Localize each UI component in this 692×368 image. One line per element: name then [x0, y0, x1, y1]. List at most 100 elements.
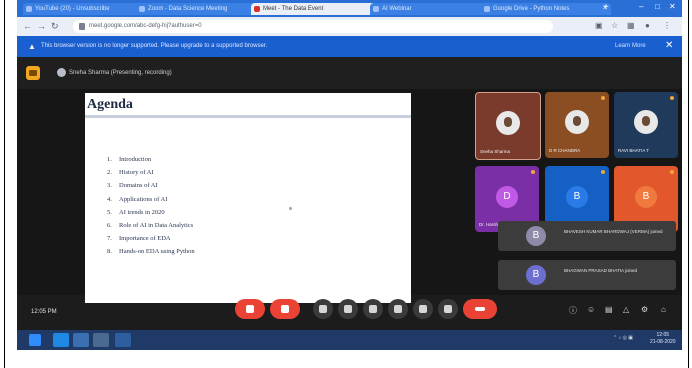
url-text: meet.google.com/abc-defg-hij?authuser=0 — [89, 23, 202, 29]
star-icon[interactable]: ☆ — [611, 21, 618, 30]
participant-avatar: D — [496, 186, 518, 208]
new-tab-icon[interactable]: + — [603, 2, 609, 13]
frame-border-left — [4, 0, 5, 368]
edge-icon[interactable] — [53, 333, 69, 347]
mic-off-icon — [246, 305, 254, 313]
camera-off-icon — [281, 305, 289, 313]
close-window-icon[interactable]: ✕ — [669, 2, 676, 11]
tab-label: Google Drive - Python Notes — [493, 6, 570, 12]
participant-name: RAVI BHATIA T — [618, 148, 650, 153]
activities-icon — [444, 305, 452, 313]
warning-icon: ▲ — [28, 42, 36, 51]
chat-icon[interactable]: ▤ — [605, 305, 613, 314]
notification-avatar: B — [526, 265, 546, 285]
lock-meeting-icon[interactable]: ⌂ — [661, 305, 666, 314]
participant-avatar: B — [635, 186, 657, 208]
agenda-item: 5. AI trends in 2020 — [107, 208, 165, 216]
browser-tab-active[interactable]: Meet - The Data Event ✕ — [251, 3, 379, 15]
agenda-item: 6. Role of AI in Data Analytics — [107, 221, 194, 229]
browser-tab[interactable]: AI Webinar ✕ — [370, 3, 490, 15]
mic-indicator-icon — [601, 170, 605, 174]
system-tray[interactable]: ⌃ ♪ ◎ ▣ — [613, 335, 633, 341]
lock-icon — [79, 23, 85, 30]
learn-more-link[interactable]: Learn More — [615, 36, 646, 57]
youtube-icon — [26, 6, 32, 12]
browser-tab[interactable]: Google Drive - Python Notes ✕ — [481, 3, 611, 15]
webinar-icon — [373, 6, 379, 12]
tab-label: Meet - The Data Event — [263, 6, 324, 12]
minimize-icon[interactable]: – — [639, 2, 643, 11]
join-notification: B BHAVESH KUMAR BHARDWAJ (VERMA) joined — [498, 221, 676, 251]
clock-time: 12:05 — [656, 332, 670, 338]
agenda-item: 4. Applications of AI — [107, 195, 168, 203]
meet-logo-icon — [26, 66, 40, 80]
raise-hand-button[interactable] — [338, 299, 358, 319]
tab-label: YouTube (20) - Unsubscribe — [35, 6, 110, 12]
clock-date: 21-08-2020 — [650, 339, 676, 345]
frame-border-right — [688, 0, 689, 368]
hand-icon — [344, 305, 352, 313]
screenshot: YouTube (20) - Unsubscribe ✕ Zoom - Data… — [17, 0, 682, 350]
agenda-item: 3. Domains of AI — [107, 182, 158, 190]
windows-taskbar: ⌃ ♪ ◎ ▣ 12:05 21-08-2020 — [17, 330, 682, 350]
forward-icon[interactable]: → — [37, 21, 46, 31]
join-notification: B BHAGWAN PRASAD BHATIA joined — [498, 260, 676, 290]
menu-icon[interactable]: ⋮ — [663, 21, 671, 30]
agenda-item: 2. History of AI — [107, 169, 154, 177]
agenda-item: 8. Hands-on EDA using Python — [107, 248, 195, 256]
activities-button[interactable] — [438, 299, 458, 319]
participant-tile[interactable]: D R CHANDRA — [545, 92, 609, 158]
agenda-item: 7. Importance of EDA — [107, 235, 171, 243]
address-bar[interactable]: meet.google.com/abc-defg-hij?authuser=0 — [73, 20, 553, 33]
host-controls-icon[interactable]: ⚙ — [641, 305, 648, 314]
notification-text: BHAVESH KUMAR BHARDWAJ (VERMA) joined — [564, 229, 663, 234]
slide-pointer-dot — [289, 207, 292, 210]
store-icon[interactable] — [115, 333, 131, 347]
taskbar-clock[interactable]: 12:05 21-08-2020 — [650, 332, 676, 346]
reactions-button[interactable] — [388, 299, 408, 319]
reload-icon[interactable]: ↻ — [51, 21, 59, 32]
file-explorer-icon[interactable] — [73, 333, 89, 347]
notification-text: BHAGWAN PRASAD BHATIA joined — [564, 268, 638, 273]
browser-tab[interactable]: Zoom - Data Science Meeting ✕ — [136, 3, 260, 15]
captions-button[interactable] — [313, 299, 333, 319]
more-options-button[interactable] — [413, 299, 433, 319]
slide-title: Agenda — [87, 97, 133, 112]
agenda-item: 1. Introduction — [107, 156, 152, 163]
back-icon[interactable]: ← — [23, 21, 32, 31]
meeting-time: 12:05 PM — [31, 309, 57, 315]
windows-start-icon[interactable] — [29, 334, 41, 346]
leave-call-button[interactable] — [463, 299, 497, 319]
meeting-header: Sneha Sharma (Presenting, recording) — [17, 57, 682, 89]
mic-indicator-icon — [670, 170, 674, 174]
captions-icon — [319, 305, 327, 313]
camera-toggle-button[interactable] — [270, 299, 300, 319]
mic-indicator-icon — [531, 170, 535, 174]
extensions-icon[interactable]: ▦ — [627, 21, 635, 30]
mic-indicator-icon — [601, 96, 605, 100]
people-icon[interactable]: ☺ — [587, 305, 595, 314]
profile-icon[interactable]: ● — [645, 21, 650, 30]
browser-tab[interactable]: YouTube (20) - Unsubscribe ✕ — [23, 3, 145, 15]
participant-photo — [565, 110, 589, 134]
zoom-icon — [139, 6, 145, 12]
participant-tile[interactable]: RAVI BHATIA T — [614, 92, 678, 158]
present-icon — [369, 305, 377, 313]
participant-name: Sneha Sharma — [480, 149, 511, 154]
participant-avatar: B — [566, 186, 588, 208]
activities-panel-icon[interactable]: △ — [623, 305, 629, 314]
maximize-icon[interactable]: □ — [655, 2, 660, 11]
more-icon — [419, 305, 427, 313]
meet-icon — [254, 6, 260, 12]
participant-tile[interactable]: Sneha Sharma — [475, 92, 541, 160]
present-button[interactable] — [363, 299, 383, 319]
chrome-icon[interactable] — [93, 333, 109, 347]
mic-toggle-button[interactable] — [235, 299, 265, 319]
tab-label: AI Webinar — [382, 6, 412, 12]
info-icon[interactable]: ⓘ — [569, 305, 577, 316]
info-bar: ▲ This browser version is no longer supp… — [17, 36, 682, 57]
close-icon[interactable]: ✕ — [665, 40, 673, 51]
presented-slide: Agenda 1. Introduction 2. History of AI 3.… — [85, 93, 411, 303]
notification-avatar: B — [526, 226, 546, 246]
camera-icon[interactable]: ▣ — [595, 21, 603, 30]
